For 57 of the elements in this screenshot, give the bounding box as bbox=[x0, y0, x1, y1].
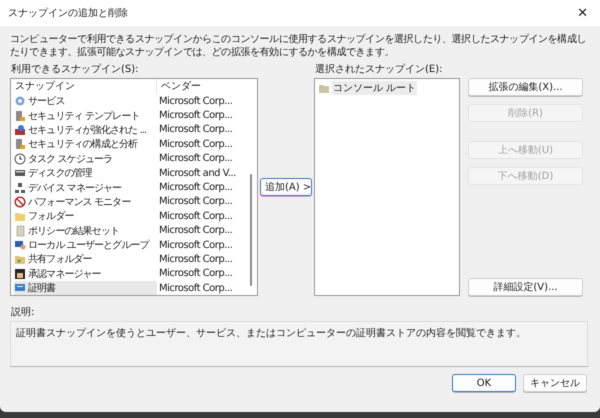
no-sign-icon bbox=[14, 196, 26, 208]
snapin-item[interactable]: ディスクの管理 bbox=[14, 166, 157, 180]
close-button[interactable]: ✕ bbox=[573, 6, 592, 20]
snapin-item[interactable]: デバイス マネージャー bbox=[14, 180, 157, 195]
dialog-button[interactable]: OK bbox=[452, 374, 516, 392]
folder-icon bbox=[14, 210, 26, 222]
vendor-cell-text: Microsoft Corp... bbox=[158, 138, 232, 150]
globe-wall-icon bbox=[14, 124, 26, 136]
advanced-button[interactable]: 詳細設定(V)... bbox=[468, 278, 583, 296]
vendor-cell-text: Microsoft Corp... bbox=[158, 254, 232, 265]
window-title: スナップインの追加と削除 bbox=[8, 6, 128, 20]
shared-folder-icon bbox=[14, 253, 26, 266]
description-text: 証明書スナップインを使うとユーザー、サービス、またはコンピューターの証明書ストアの内容を閲覧できます。 bbox=[16, 326, 527, 340]
snapin-item[interactable]: ローカル ユーザーとグループ bbox=[14, 238, 157, 252]
snapin-item[interactable]: セキュリティ テンプレート bbox=[14, 108, 157, 123]
snapin-item[interactable]: タスク スケジューラ bbox=[14, 152, 157, 166]
image-icon bbox=[14, 268, 26, 280]
snapin-item[interactable]: セキュリティの構成と分析 bbox=[14, 137, 157, 152]
side-button[interactable]: 拡張の編集(X)... bbox=[468, 78, 583, 96]
vendor-cell-text: Microsoft and V... bbox=[158, 168, 236, 179]
snapin-item[interactable]: フォルダー bbox=[14, 209, 157, 224]
scroll-icon bbox=[14, 224, 26, 237]
snapin-item[interactable]: 証明書 bbox=[14, 281, 157, 295]
intro-text: コンピューターで利用できるスナップインからこのコンソールに使用するスナップインを選択したり、選択したスナップインを構成したりできます。拡張可能なスナップインでは、どの拡張を有効にするかを構成できます。 bbox=[10, 33, 588, 59]
vendor-cell-text: Microsoft Corp... bbox=[158, 196, 232, 208]
snapin-item[interactable]: セキュリティが強化された ... bbox=[14, 122, 157, 137]
list-label: 利用できるスナップイン(S): bbox=[11, 63, 140, 76]
users-icon bbox=[14, 239, 26, 252]
document-lock-icon bbox=[14, 110, 26, 122]
clock-icon bbox=[14, 152, 26, 165]
vendor-cell-text: Microsoft Corp... bbox=[158, 96, 232, 107]
vendor-cell-text: Microsoft Corp... bbox=[158, 124, 232, 136]
dialog-button[interactable]: キャンセル bbox=[523, 374, 587, 392]
vendor-cell-text: Microsoft Corp... bbox=[158, 182, 232, 194]
scrollbar-thumb[interactable] bbox=[250, 174, 252, 286]
snapin-item[interactable]: 承認マネージャー bbox=[14, 266, 157, 281]
vendor-cell-text: Microsoft Corp... bbox=[158, 268, 232, 280]
vendor-cell-text: Microsoft Corp... bbox=[158, 282, 232, 294]
network-icon bbox=[14, 182, 26, 194]
snapin-item[interactable]: サービス bbox=[14, 94, 157, 108]
document-lock-icon bbox=[14, 138, 26, 150]
snapin-item[interactable]: コンソール ルート bbox=[332, 81, 418, 95]
gear-icon bbox=[14, 95, 26, 108]
add-button[interactable]: 追加(A) > bbox=[260, 178, 312, 196]
vendor-cell-text: Microsoft Corp... bbox=[158, 225, 232, 236]
description-label: 説明: bbox=[11, 306, 36, 319]
column-header[interactable]: ベンダー bbox=[157, 79, 247, 94]
vendor-cell-text: Microsoft Corp... bbox=[158, 153, 232, 164]
column-header[interactable]: スナップイン bbox=[11, 79, 157, 94]
list-label: 選択されたスナップイン(E): bbox=[315, 63, 444, 76]
vendor-cell-text: Microsoft Corp... bbox=[158, 210, 232, 222]
snapin-item[interactable]: ポリシーの結果セット bbox=[14, 224, 157, 238]
snapin-item[interactable]: 共有フォルダー bbox=[14, 252, 157, 266]
folder-icon bbox=[318, 82, 330, 94]
vendor-cell-text: Microsoft Corp... bbox=[158, 240, 232, 251]
vendor-cell-text: Microsoft Corp... bbox=[158, 110, 232, 122]
snapin-item[interactable]: パフォーマンス モニター bbox=[14, 194, 157, 209]
